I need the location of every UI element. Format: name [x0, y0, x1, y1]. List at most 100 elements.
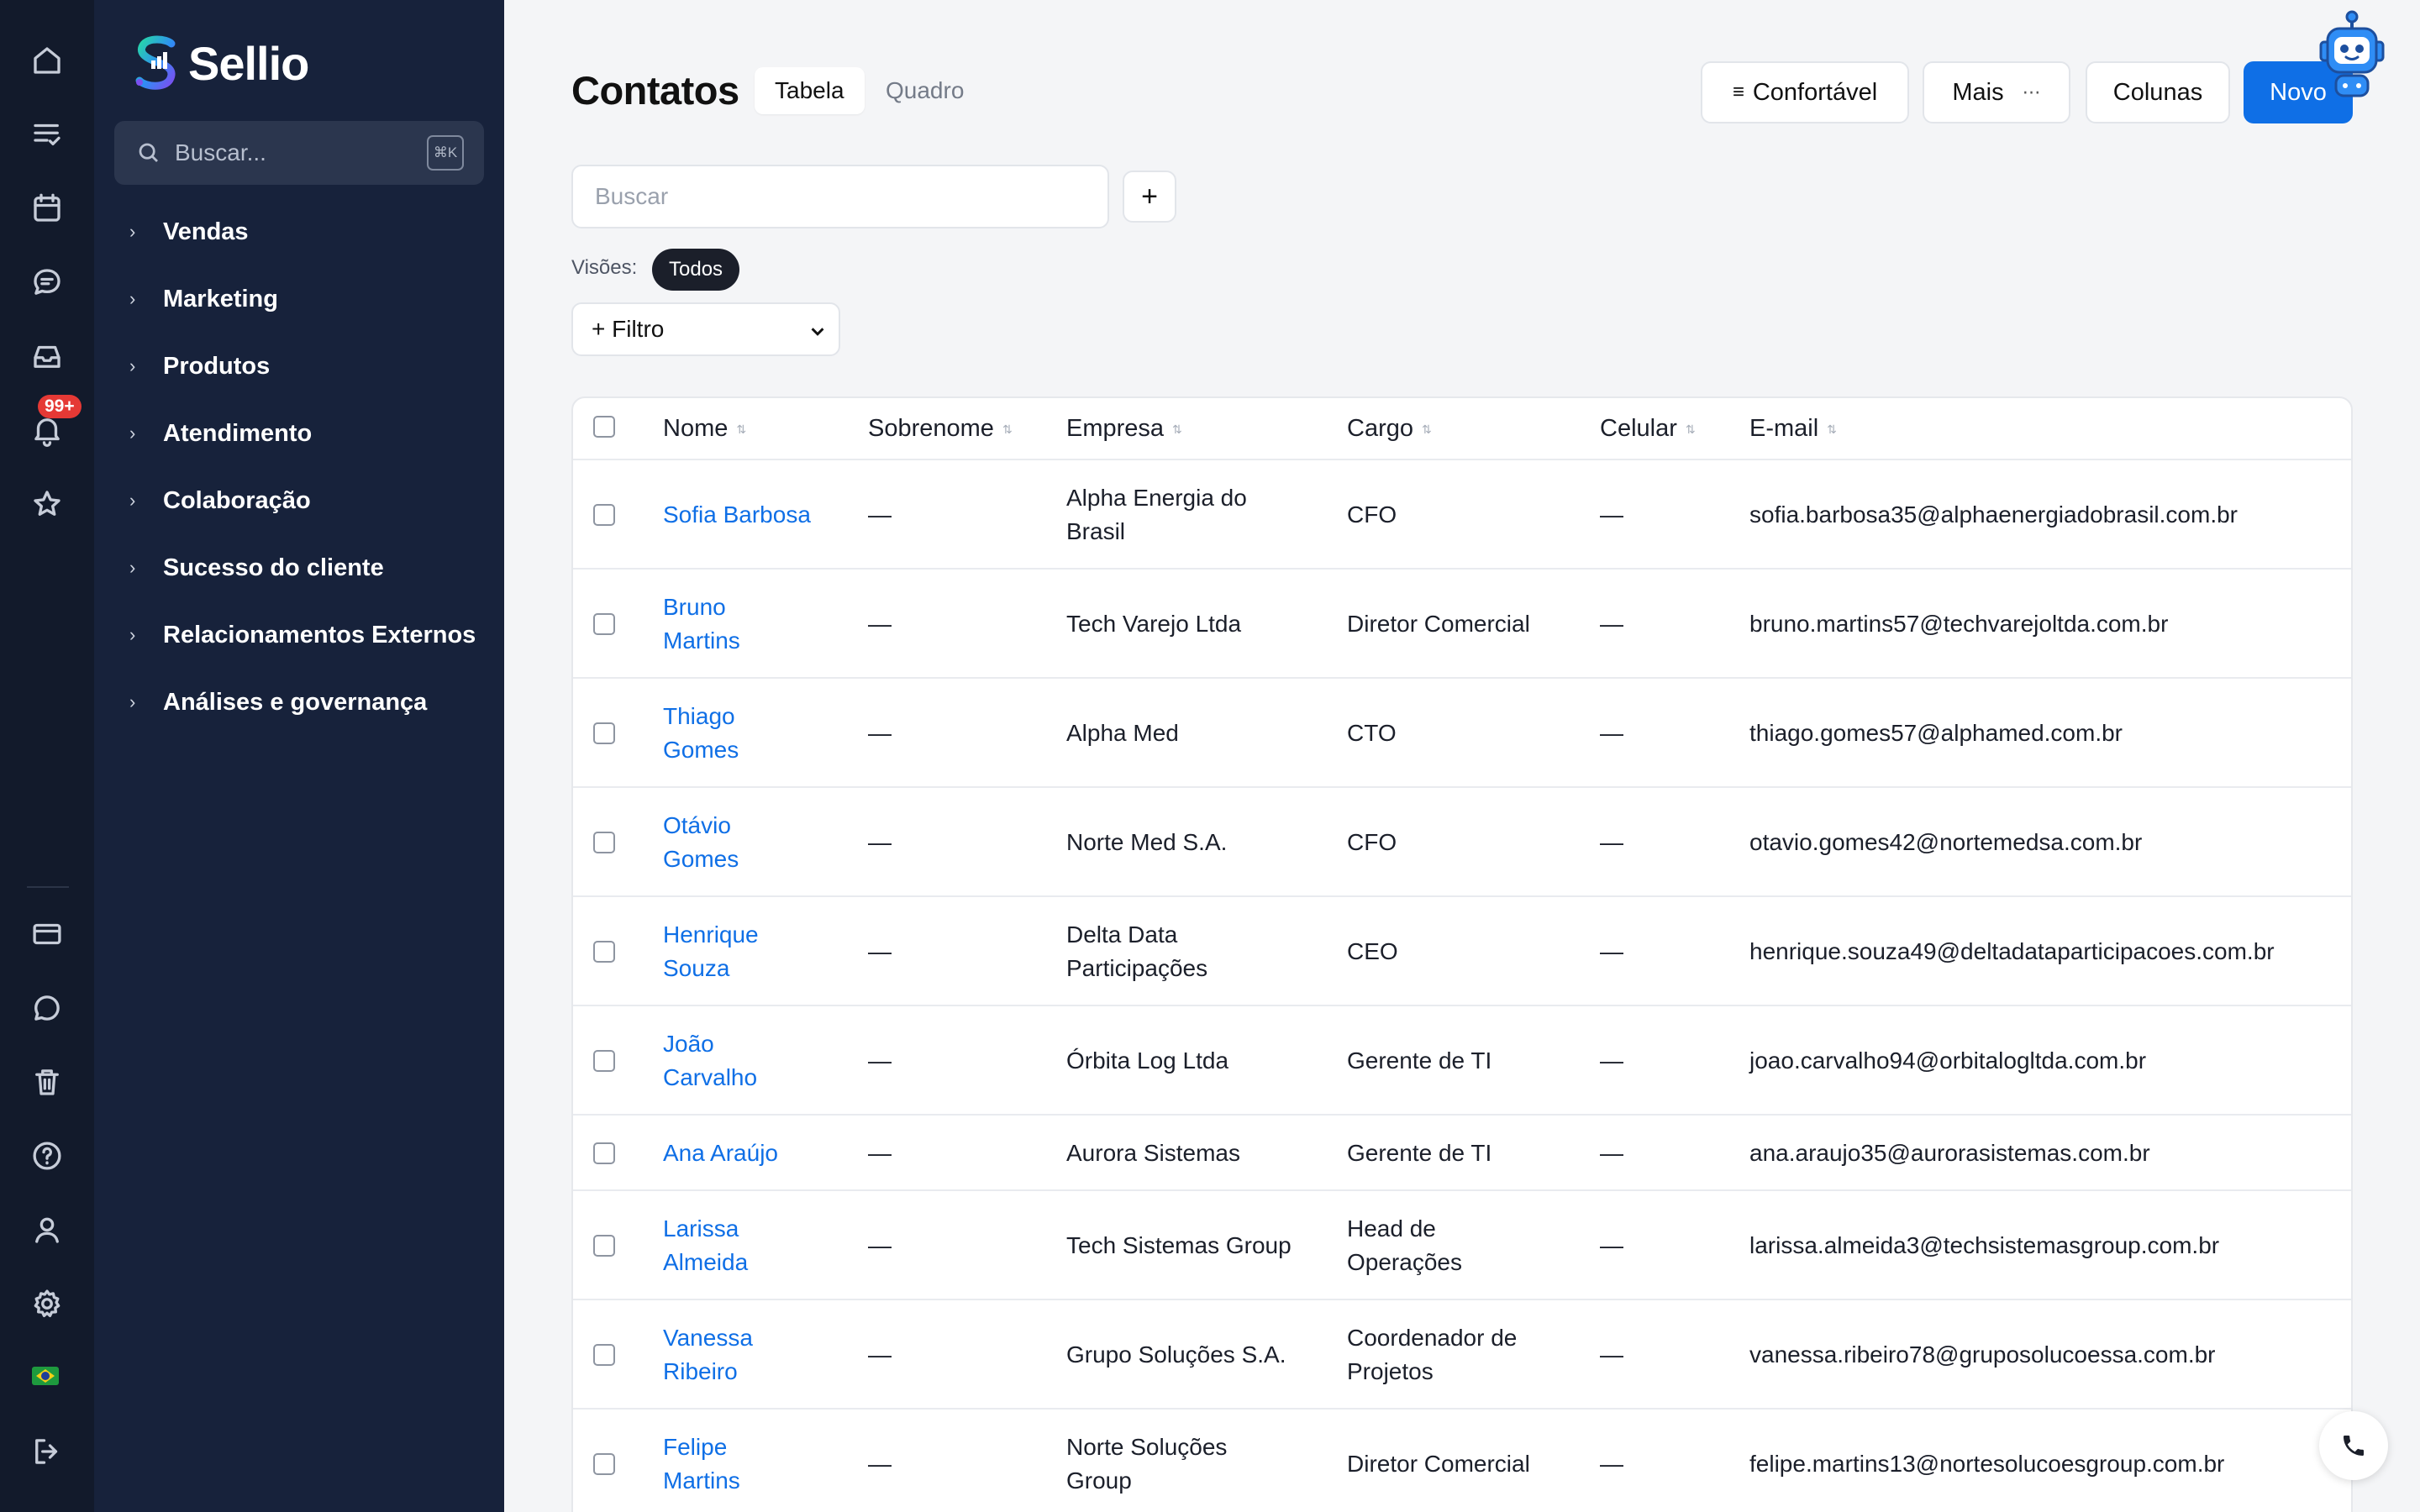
- table-row[interactable]: João Carvalho — Órbita Log Ltda Gerente de T…: [573, 1006, 2351, 1116]
- column-header-celular[interactable]: Celular ⇅: [1600, 415, 1696, 443]
- cell-line: Souza: [663, 955, 730, 981]
- sidebar-item-sucesso-do-cliente[interactable]: › Sucesso do cliente: [129, 549, 384, 586]
- sidebar-search[interactable]: Buscar... ⌘K: [114, 121, 484, 185]
- sidebar-item-label: Sucesso do cliente: [163, 554, 384, 581]
- sidebar-item-analises-e-governanca[interactable]: › Análises e governança: [129, 684, 427, 721]
- cell-line: Gerente de TI: [1347, 1140, 1492, 1166]
- sidebar: Sellio Buscar... ⌘K › Vendas › Marketing ›…: [94, 0, 504, 1512]
- filter-select[interactable]: + Filtro: [571, 302, 840, 356]
- inbox-icon[interactable]: [26, 335, 68, 377]
- sidebar-item-marketing[interactable]: › Marketing: [129, 281, 278, 318]
- help-icon[interactable]: [26, 1135, 68, 1177]
- sellio-logo-icon: [129, 32, 185, 94]
- cell-nome[interactable]: Sofia Barbosa: [663, 498, 811, 532]
- column-header-cargo[interactable]: Cargo ⇅: [1347, 415, 1432, 443]
- cell-sobrenome: —: [868, 501, 892, 528]
- sidebar-item-produtos[interactable]: › Produtos: [129, 348, 270, 385]
- card-icon[interactable]: [26, 913, 68, 955]
- add-button[interactable]: +: [1123, 171, 1176, 223]
- assistant-bot-icon[interactable]: [2317, 8, 2386, 97]
- column-label: Nome: [663, 415, 729, 442]
- column-header-sobrenome[interactable]: Sobrenome ⇅: [868, 415, 1013, 443]
- row-checkbox[interactable]: [593, 613, 615, 635]
- cell-line: Felipe: [663, 1434, 728, 1460]
- tab-tabela[interactable]: Tabela: [755, 67, 865, 114]
- column-label: Celular: [1600, 415, 1677, 442]
- cell-nome[interactable]: Felipe Martins: [663, 1431, 740, 1498]
- columns-button[interactable]: Colunas: [2086, 61, 2230, 123]
- cell-nome[interactable]: Bruno Martins: [663, 591, 740, 658]
- logout-icon[interactable]: [26, 1431, 68, 1473]
- column-header-email[interactable]: E-mail ⇅: [1749, 415, 1837, 443]
- sidebar-item-atendimento[interactable]: › Atendimento: [129, 415, 312, 452]
- row-checkbox[interactable]: [593, 832, 615, 853]
- cell-line: João: [663, 1031, 714, 1057]
- cell-line: Grupo Soluções S.A.: [1066, 1341, 1286, 1368]
- cell-cargo: CEO: [1347, 935, 1398, 969]
- cell-nome[interactable]: Otávio Gomes: [663, 809, 739, 876]
- more-label: Mais: [1952, 78, 2004, 106]
- select-all-checkbox[interactable]: [593, 416, 615, 438]
- row-checkbox[interactable]: [593, 1142, 615, 1164]
- trash-icon[interactable]: [26, 1061, 68, 1103]
- user-icon[interactable]: [26, 1209, 68, 1251]
- call-button[interactable]: [2319, 1411, 2388, 1480]
- cell-nome[interactable]: Larissa Almeida: [663, 1212, 748, 1279]
- more-button[interactable]: Mais ⋯: [1923, 61, 2070, 123]
- calendar-icon[interactable]: [26, 187, 68, 229]
- sort-icon: ⇅: [1172, 422, 1182, 436]
- cell-line: Órbita Log Ltda: [1066, 1047, 1229, 1074]
- search-input[interactable]: [571, 165, 1109, 228]
- table-row[interactable]: Larissa Almeida — Tech Sistemas Group Head d…: [573, 1191, 2351, 1300]
- sidebar-item-label: Vendas: [163, 218, 249, 245]
- cell-email: joao.carvalho94@orbitalogltda.com.br: [1749, 1047, 2147, 1074]
- tab-quadro[interactable]: Quadro: [865, 67, 984, 114]
- table-row[interactable]: Thiago Gomes — Alpha Med CTO — thiago.gomes57@…: [573, 679, 2351, 788]
- brazil-flag-icon[interactable]: [32, 1367, 59, 1385]
- chevron-right-icon: ›: [129, 221, 136, 242]
- table-row[interactable]: Henrique Souza — Delta Data Participações CEO…: [573, 897, 2351, 1006]
- cell-empresa: Norte Soluções Group: [1066, 1431, 1227, 1498]
- logo[interactable]: Sellio: [129, 32, 309, 94]
- sidebar-item-colaboracao[interactable]: › Colaboração: [129, 482, 311, 519]
- home-icon[interactable]: [26, 39, 68, 81]
- table-row[interactable]: Sofia Barbosa — Alpha Energia do Brasil CFO —…: [573, 460, 2351, 570]
- table-row[interactable]: Bruno Martins — Tech Varejo Ltda Diretor Com…: [573, 570, 2351, 679]
- star-icon[interactable]: [26, 483, 68, 525]
- message-icon[interactable]: [26, 987, 68, 1029]
- shortcut-hint: ⌘K: [427, 135, 464, 171]
- cell-line: Operações: [1347, 1249, 1462, 1275]
- cell-line: CTO: [1347, 720, 1397, 746]
- sidebar-item-relacionamentos-externos[interactable]: › Relacionamentos Externos: [129, 617, 476, 654]
- cell-nome[interactable]: Ana Araújo: [663, 1137, 778, 1170]
- settings-icon[interactable]: [26, 1283, 68, 1325]
- row-checkbox[interactable]: [593, 1344, 615, 1366]
- table-row[interactable]: Vanessa Ribeiro — Grupo Soluções S.A. Coorde…: [573, 1300, 2351, 1410]
- row-checkbox[interactable]: [593, 1453, 615, 1475]
- sort-icon: ⇅: [736, 422, 747, 436]
- row-checkbox[interactable]: [593, 504, 615, 526]
- cell-nome[interactable]: Thiago Gomes: [663, 700, 739, 767]
- phone-icon: [2344, 1436, 2364, 1456]
- cell-sobrenome: —: [868, 720, 892, 746]
- density-button[interactable]: ≡ Confortável: [1701, 61, 1909, 123]
- tasks-icon[interactable]: [26, 113, 68, 155]
- table-row[interactable]: Felipe Martins — Norte Soluções Group Diretor…: [573, 1410, 2351, 1512]
- row-checkbox[interactable]: [593, 1050, 615, 1072]
- table-row[interactable]: Otávio Gomes — Norte Med S.A. CFO — otavio.gom…: [573, 788, 2351, 897]
- column-header-nome[interactable]: Nome ⇅: [663, 415, 746, 443]
- cell-nome[interactable]: João Carvalho: [663, 1027, 757, 1095]
- row-checkbox[interactable]: [593, 722, 615, 744]
- chat-icon[interactable]: [26, 261, 68, 303]
- table-row[interactable]: Ana Araújo — Aurora Sistemas Gerente de TI —…: [573, 1116, 2351, 1191]
- row-checkbox[interactable]: [593, 1235, 615, 1257]
- cell-nome[interactable]: Vanessa Ribeiro: [663, 1321, 753, 1389]
- sidebar-item-label: Marketing: [163, 285, 278, 312]
- cell-nome[interactable]: Henrique Souza: [663, 918, 759, 985]
- view-chip-todos[interactable]: Todos: [652, 249, 740, 291]
- cell-empresa: Tech Varejo Ltda: [1066, 607, 1241, 641]
- column-header-empresa[interactable]: Empresa ⇅: [1066, 415, 1182, 443]
- row-checkbox[interactable]: [593, 941, 615, 963]
- views-label: Visões:: [571, 256, 638, 279]
- sidebar-item-vendas[interactable]: › Vendas: [129, 213, 249, 250]
